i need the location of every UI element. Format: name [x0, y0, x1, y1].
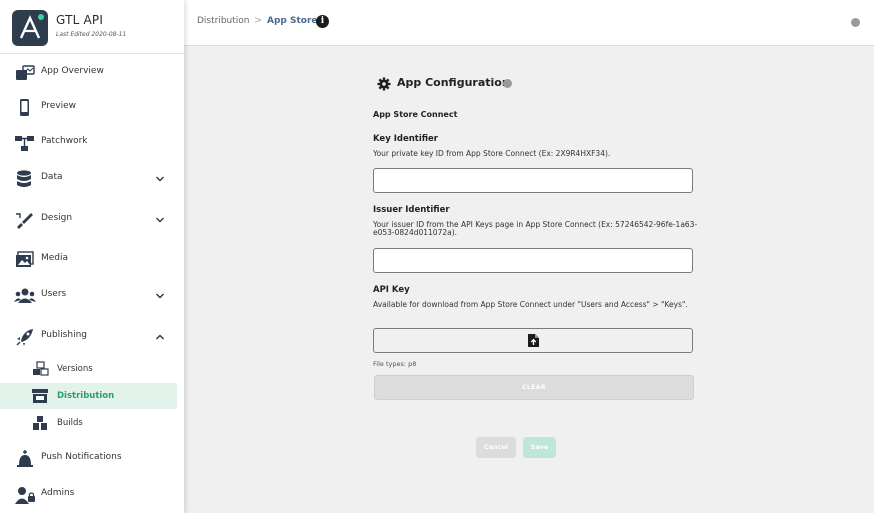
logo-status-dot	[38, 14, 44, 20]
push-icon	[17, 450, 33, 467]
api-key-help: Available for download from App Store Co…	[373, 300, 688, 309]
sidebar-item-label: Preview	[41, 101, 77, 111]
sidebar-item-publishing[interactable]: Publishing	[0, 322, 184, 352]
chevron-up-icon[interactable]	[154, 331, 166, 343]
users-icon	[14, 288, 36, 303]
sidebar-item-label: Media	[41, 253, 69, 263]
versions-icon	[33, 361, 49, 376]
store-icon	[32, 389, 48, 403]
clear-button[interactable]: CLEAR	[374, 375, 694, 400]
sidebar-subitem-versions[interactable]: Versions	[0, 356, 184, 382]
sidebar-item-label: Push Notifications	[41, 452, 122, 462]
cancel-button[interactable]: Cancel	[476, 437, 516, 458]
sidebar-item-label: Design	[41, 213, 73, 223]
save-button[interactable]: Save	[523, 437, 556, 458]
sidebar-subitem-label: Distribution	[57, 391, 115, 401]
chevron-down-icon[interactable]	[154, 290, 166, 302]
key-identifier-help: Your private key ID from App Store Conne…	[373, 149, 611, 158]
sidebar-item-label: Patchwork	[41, 136, 88, 146]
database-icon	[17, 170, 31, 187]
chevron-down-icon[interactable]	[154, 214, 166, 226]
app-brand: GTL API Last Edited 2020-08-11	[0, 0, 184, 54]
api-key-label: API Key	[373, 285, 410, 295]
admin-icon	[15, 487, 35, 504]
config-status-dot	[503, 79, 512, 88]
sidebar-subitem-distribution[interactable]: Distribution	[0, 383, 177, 409]
rocket-icon	[16, 329, 33, 346]
file-types-note: File types: p8	[373, 360, 417, 368]
issuer-identifier-input[interactable]	[373, 248, 693, 273]
breadcrumb-distribution[interactable]: Distribution	[197, 16, 250, 26]
sidebar-subitem-builds[interactable]: Builds	[0, 410, 184, 436]
sidebar-item-users[interactable]: Users	[0, 281, 184, 311]
top-header: Distribution > App Store i	[184, 0, 874, 46]
sidebar-item-app-overview[interactable]: App Overview	[0, 58, 184, 88]
info-icon[interactable]: i	[316, 15, 329, 28]
sidebar-item-label: Publishing	[41, 330, 87, 340]
sidebar-item-label: Admins	[41, 488, 75, 498]
breadcrumb-app-store: App Store	[267, 16, 318, 26]
sidebar-subitem-label: Builds	[57, 418, 83, 428]
header-status-dot	[851, 18, 860, 27]
key-identifier-input[interactable]	[373, 168, 693, 193]
patchwork-icon	[15, 136, 34, 151]
sidebar-item-preview[interactable]: Preview	[0, 93, 184, 123]
sidebar: GTL API Last Edited 2020-08-11 App Overv…	[0, 0, 184, 513]
design-icon	[16, 213, 33, 229]
sidebar-item-push-notifications[interactable]: Push Notifications	[0, 444, 184, 474]
app-last-edited: Last Edited 2020-08-11	[56, 31, 127, 38]
sidebar-item-design[interactable]: Design	[0, 205, 184, 235]
breadcrumb-separator: >	[254, 15, 263, 26]
app-name: GTL API	[56, 13, 104, 27]
app-logo[interactable]	[12, 10, 48, 46]
sidebar-item-label: App Overview	[41, 66, 104, 76]
api-key-upload-dropzone[interactable]	[373, 328, 693, 353]
sidebar-subitem-label: Versions	[57, 364, 93, 374]
issuer-identifier-help: Your issuer ID from the API Keys page in…	[373, 220, 698, 237]
phone-icon	[20, 99, 29, 116]
builds-icon	[33, 416, 47, 430]
key-identifier-label: Key Identifier	[373, 134, 438, 144]
sidebar-item-admins[interactable]: Admins	[0, 480, 184, 510]
sidebar-item-label: Users	[41, 289, 67, 299]
chevron-down-icon[interactable]	[154, 173, 166, 185]
sidebar-item-data[interactable]: Data	[0, 164, 184, 194]
image-icon	[16, 251, 34, 267]
sidebar-item-label: Data	[41, 172, 63, 182]
section-title: App Store Connect	[373, 110, 458, 119]
issuer-identifier-label: Issuer Identifier	[373, 205, 450, 215]
file-upload-icon	[528, 334, 539, 347]
sidebar-item-patchwork[interactable]: Patchwork	[0, 128, 184, 158]
sidebar-item-media[interactable]: Media	[0, 245, 184, 275]
gear-icon	[377, 77, 391, 91]
app-overview-icon	[16, 65, 35, 80]
config-title: App Configuration	[397, 76, 510, 89]
